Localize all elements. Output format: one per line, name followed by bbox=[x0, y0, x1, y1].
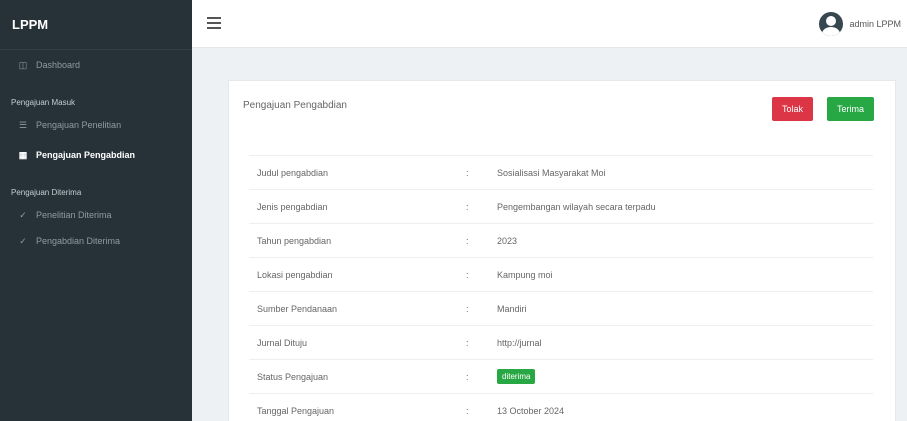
detail-row-location: Lokasi pengabdian : Kampung moi bbox=[249, 257, 873, 291]
top-bar: admin LPPM bbox=[192, 0, 907, 48]
accept-button[interactable]: Terima bbox=[827, 97, 875, 121]
reject-button[interactable]: Tolak bbox=[772, 97, 814, 121]
sidebar-section-accepted: Pengajuan Diterima bbox=[11, 187, 82, 197]
sidebar-item-service-accepted[interactable]: ✓ Pengabdian Diterima bbox=[0, 228, 192, 254]
table-icon: ▦ bbox=[18, 149, 28, 160]
sidebar-item-label: Penelitian Diterima bbox=[36, 210, 112, 220]
card-title: Pengajuan Pengabdian bbox=[243, 100, 347, 111]
detail-row-type: Jenis pengabdian : Pengembangan wilayah … bbox=[249, 189, 873, 223]
field-label: Jenis pengabdian bbox=[257, 201, 328, 212]
sidebar-item-service-submission[interactable]: ▦ Pengajuan Pengabdian bbox=[0, 142, 192, 168]
field-label: Status Pengajuan bbox=[257, 371, 329, 382]
check-icon: ✓ bbox=[19, 209, 27, 220]
sidebar: LPPM ◫ Dashboard Pengajuan Masuk ☰ Penga… bbox=[0, 0, 192, 421]
user-menu[interactable]: admin LPPM bbox=[819, 12, 901, 36]
field-value: 2023 bbox=[497, 235, 518, 246]
detail-row-title: Judul pengabdian : Sosialisasi Masyaraka… bbox=[249, 155, 873, 189]
detail-row-date: Tanggal Pengajuan : 13 October 2024 bbox=[249, 393, 873, 421]
sidebar-item-label: Pengajuan Pengabdian bbox=[36, 150, 136, 160]
field-value: Sosialisasi Masyarakat Moi bbox=[497, 167, 606, 178]
field-label: Lokasi pengabdian bbox=[257, 269, 333, 280]
sidebar-item-label: Pengabdian Diterima bbox=[36, 236, 121, 246]
field-label: Tahun pengabdian bbox=[257, 235, 332, 246]
sidebar-item-dashboard[interactable]: ◫ Dashboard bbox=[0, 52, 192, 78]
dashboard-icon: ◫ bbox=[18, 59, 28, 70]
field-separator: : bbox=[466, 405, 469, 416]
detail-row-year: Tahun pengabdian : 2023 bbox=[249, 223, 873, 257]
check-icon: ✓ bbox=[19, 235, 27, 246]
list-icon: ☰ bbox=[18, 119, 28, 130]
sidebar-section-incoming: Pengajuan Masuk bbox=[11, 97, 76, 107]
field-separator: : bbox=[466, 167, 469, 178]
field-label: Sumber Pendanaan bbox=[257, 303, 338, 314]
field-separator: : bbox=[466, 303, 469, 314]
field-label: Jurnal Dituju bbox=[257, 337, 308, 348]
menu-toggle-icon[interactable] bbox=[207, 17, 221, 29]
field-separator: : bbox=[466, 201, 469, 212]
detail-row-funding: Sumber Pendanaan : Mandiri bbox=[249, 291, 873, 325]
brand-logo[interactable]: LPPM bbox=[0, 0, 192, 50]
sidebar-item-research-accepted[interactable]: ✓ Penelitian Diterima bbox=[0, 202, 192, 228]
field-separator: : bbox=[466, 235, 469, 246]
user-name[interactable]: admin LPPM bbox=[849, 19, 901, 29]
field-label: Tanggal Pengajuan bbox=[257, 405, 335, 416]
status-badge: diterima bbox=[497, 369, 536, 384]
field-value: 13 October 2024 bbox=[497, 405, 565, 416]
field-separator: : bbox=[466, 337, 469, 348]
avatar[interactable] bbox=[819, 12, 844, 36]
detail-row-journal: Jurnal Dituju : http://jurnal bbox=[249, 325, 873, 359]
sidebar-item-label: Pengajuan Penelitian bbox=[36, 120, 122, 130]
submission-detail-card: Pengajuan Pengabdian Tolak Terima Judul … bbox=[228, 80, 896, 421]
field-separator: : bbox=[466, 371, 469, 382]
field-separator: : bbox=[466, 269, 469, 280]
detail-row-status: Status Pengajuan : diterima bbox=[249, 359, 873, 393]
sidebar-item-label: Dashboard bbox=[36, 60, 81, 70]
field-value: Kampung moi bbox=[497, 269, 553, 280]
field-value: Pengembangan wilayah secara terpadu bbox=[497, 201, 656, 212]
sidebar-item-research-submission[interactable]: ☰ Pengajuan Penelitian bbox=[0, 112, 192, 138]
field-label: Judul pengabdian bbox=[257, 167, 329, 178]
field-value: Mandiri bbox=[497, 303, 527, 314]
field-value: diterima bbox=[497, 369, 536, 384]
field-value[interactable]: http://jurnal bbox=[497, 338, 542, 348]
